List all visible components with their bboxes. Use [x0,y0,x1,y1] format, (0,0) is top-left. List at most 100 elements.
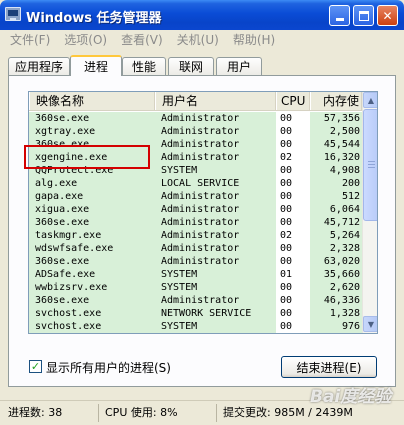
task-manager-icon [5,7,21,21]
cell-image-name: 360se.exe [29,255,155,268]
tab-networking[interactable]: 联网 [168,57,214,75]
cell-memory: 16,320 [310,151,362,164]
cell-cpu: 02 [280,230,293,241]
cell-image-name: alg.exe [29,177,155,190]
table-row[interactable]: xigua.exe Administrator 00 6,064 [29,203,362,216]
cell-cpu: 01 [280,269,293,280]
chevron-up-icon: ▲ [367,95,375,105]
scroll-down-button[interactable]: ▼ [363,316,377,332]
grip-line [368,164,375,165]
cell-user-name: Administrator [155,203,276,216]
table-row[interactable]: 360se.exe Administrator 00 63,020 [29,255,362,268]
tab-applications[interactable]: 应用程序 [8,57,70,75]
cell-memory: 2,620 [310,281,362,294]
scroll-up-button[interactable]: ▲ [363,92,377,108]
checkmark-icon: ✓ [30,360,41,373]
cell-image-name: wwbizsrv.exe [29,281,155,294]
cell-cpu: 00 [280,165,293,176]
cell-user-name: LOCAL SERVICE [155,177,276,190]
status-process-count: 进程数: 38 [8,406,63,419]
cell-image-name: svchost.exe [29,307,155,320]
table-row[interactable]: wwbizsrv.exe SYSTEM 00 2,620 [29,281,362,294]
cell-user-name: SYSTEM [155,281,276,294]
status-cpu-usage: CPU 使用: 8% [98,404,212,422]
cell-memory: 200 [310,177,362,190]
cell-cpu: 00 [280,204,293,215]
table-row[interactable]: alg.exe LOCAL SERVICE 00 200 [29,177,362,190]
cell-user-name: Administrator [155,255,276,268]
cell-image-name: wdswfsafe.exe [29,242,155,255]
chevron-down-icon: ▼ [367,319,375,329]
table-row[interactable]: 360se.exe Administrator 00 45,712 [29,216,362,229]
cell-cpu: 00 [280,178,293,189]
show-all-users-checkbox[interactable]: ✓ [29,360,42,373]
cell-memory: 6,064 [310,203,362,216]
table-row[interactable]: taskmgr.exe Administrator 02 5,264 [29,229,362,242]
cell-cpu: 00 [280,217,293,228]
column-memory[interactable]: 内存使 [310,92,362,110]
table-row[interactable]: gapa.exe Administrator 00 512 [29,190,362,203]
list-header: 映像名称 用户名 CPU 内存使 [29,92,362,111]
tab-users[interactable]: 用户 [216,57,262,75]
cell-user-name: SYSTEM [155,268,276,281]
cell-memory: 2,328 [310,242,362,255]
maximize-icon [358,10,369,21]
cell-user-name: Administrator [155,229,276,242]
cell-memory: 63,020 [310,255,362,268]
cell-memory: 45,544 [310,138,362,151]
table-row[interactable]: ADSafe.exe SYSTEM 01 35,660 [29,268,362,281]
window-title: Windows 任务管理器 [26,11,162,26]
maximize-button[interactable] [353,5,374,26]
end-process-button[interactable]: 结束进程(E) [281,356,377,378]
grip-line [368,167,375,168]
cell-cpu: 00 [280,321,293,332]
cell-memory: 57,356 [310,112,362,125]
menu-help[interactable]: 帮助(H) [226,31,282,48]
table-row[interactable]: svchost.exe NETWORK SERVICE 00 1,328 [29,307,362,320]
cell-user-name: Administrator [155,151,276,164]
table-row[interactable]: 360se.exe Administrator 00 46,336 [29,294,362,307]
cell-cpu: 00 [280,243,293,254]
close-icon: ✕ [382,8,393,23]
cell-cpu: 00 [280,191,293,202]
cell-memory: 2,500 [310,125,362,138]
cell-user-name: SYSTEM [155,164,276,177]
cell-image-name: xgtray.exe [29,125,155,138]
cell-cpu: 00 [280,139,293,150]
menu-file[interactable]: 文件(F) [3,31,57,48]
column-image-name[interactable]: 映像名称 [29,92,155,110]
menu-options[interactable]: 选项(O) [57,31,114,48]
process-list[interactable]: 映像名称 用户名 CPU 内存使 360se.exe Administrator 0… [28,91,378,334]
close-button[interactable]: ✕ [377,5,398,26]
cell-memory: 512 [310,190,362,203]
table-row[interactable]: wdswfsafe.exe Administrator 00 2,328 [29,242,362,255]
cell-user-name: Administrator [155,190,276,203]
table-row[interactable]: xgtray.exe Administrator 00 2,500 [29,125,362,138]
column-cpu[interactable]: CPU [276,92,310,110]
cell-memory: 46,336 [310,294,362,307]
cell-user-name: SYSTEM [155,320,276,333]
cell-memory: 976 [310,320,362,333]
cell-image-name: 360se.exe [29,112,155,125]
grip-icon [368,161,375,162]
cell-user-name: Administrator [155,294,276,307]
cell-image-name: ADSafe.exe [29,268,155,281]
table-row[interactable]: svchost.exe SYSTEM 00 976 [29,320,362,333]
cell-cpu: 00 [280,126,293,137]
cell-image-name: gapa.exe [29,190,155,203]
menu-view[interactable]: 查看(V) [114,31,170,48]
cell-memory: 4,908 [310,164,362,177]
cell-user-name: Administrator [155,216,276,229]
tab-processes[interactable]: 进程 [70,55,122,76]
scroll-thumb[interactable] [363,109,377,221]
minimize-button[interactable] [329,5,350,26]
tab-performance[interactable]: 性能 [122,57,166,75]
title-bar[interactable]: Windows 任务管理器 ✕ [0,0,404,30]
menu-shutdown[interactable]: 关机(U) [170,31,226,48]
table-row[interactable]: 360se.exe Administrator 00 57,356 [29,112,362,125]
menu-bar: 文件(F) 选项(O) 查看(V) 关机(U) 帮助(H) [3,30,401,49]
vertical-scrollbar[interactable]: ▲ ▼ [362,92,377,333]
cell-cpu: 00 [280,256,293,267]
column-user-name[interactable]: 用户名 [155,92,276,110]
highlight-box [24,145,150,169]
